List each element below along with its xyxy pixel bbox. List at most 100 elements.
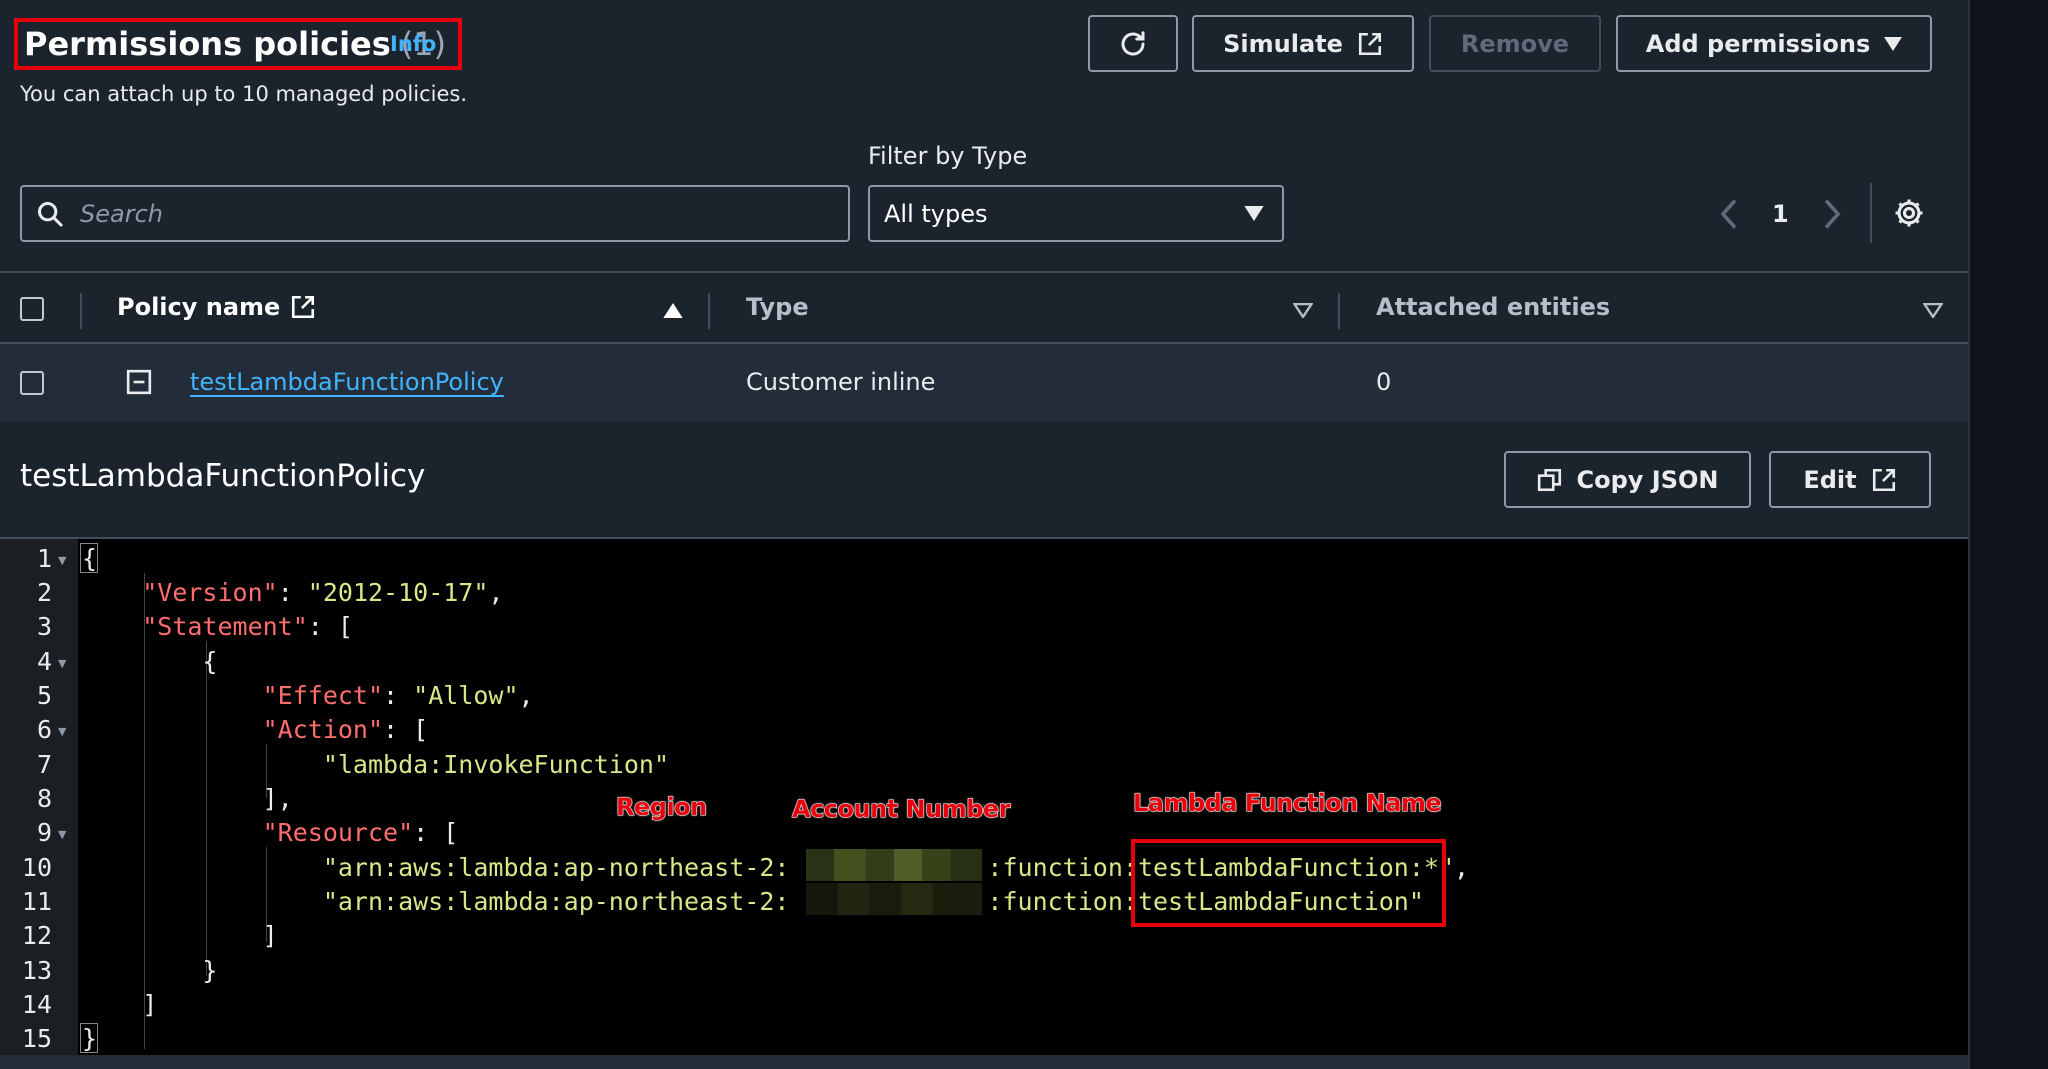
column-policy-name-label: Policy name: [117, 293, 281, 321]
permissions-panel: Permissions policies (1) Info You can at…: [0, 0, 1968, 1069]
pagination: 1: [1720, 190, 1841, 238]
column-separator: [80, 293, 82, 329]
line-number: 8: [36, 784, 52, 813]
type-filter-value: All types: [884, 199, 988, 228]
json-key: "Statement": [142, 612, 308, 641]
arn-prefix: "arn:aws:lambda:ap-northeast-2:: [322, 887, 790, 916]
table-row: testLambdaFunctionPolicy Customer inline…: [0, 344, 1968, 422]
code-line-13: }: [82, 956, 218, 985]
column-separator: [1338, 293, 1340, 329]
sort-icon[interactable]: [1293, 303, 1313, 318]
copy-json-label: Copy JSON: [1576, 465, 1719, 494]
code-line-6: "Action": [: [262, 715, 429, 744]
code-line-3: "Statement": [: [142, 612, 353, 641]
policy-type: Customer inline: [746, 368, 936, 396]
search-icon: [37, 201, 63, 227]
code-line-14: ]: [82, 990, 158, 1019]
line-number: 5: [36, 681, 52, 710]
caret-down-icon: [1244, 206, 1264, 221]
policy-name-link[interactable]: testLambdaFunctionPolicy: [190, 368, 504, 396]
line-number: 11: [21, 887, 52, 916]
json-string: "Allow": [413, 681, 519, 710]
code-line-1: {: [82, 544, 98, 573]
copy-icon: [1537, 468, 1561, 491]
refresh-icon: [1121, 30, 1145, 56]
column-separator: [708, 293, 710, 329]
annotation-account-number: Account Number: [792, 795, 1012, 824]
fold-arrow-icon[interactable]: ▼: [58, 554, 66, 567]
type-filter-select[interactable]: All types: [868, 185, 1284, 242]
annotation-function-name: Lambda Function Name: [1132, 789, 1442, 818]
chevron-left-icon[interactable]: [1720, 199, 1738, 229]
line-number: 7: [36, 750, 52, 779]
line-number: 6: [36, 715, 52, 744]
code-line-5: "Effect": "Allow",: [262, 681, 534, 710]
line-number: 12: [21, 921, 52, 950]
code-line-2: "Version": "2012-10-17",: [142, 578, 504, 607]
line-number-gutter: 1 2 3 4 5 6 7 8 9 10 11 12 13 14 15 ▼ ▼ …: [0, 539, 78, 1057]
chevron-right-icon[interactable]: [1823, 199, 1841, 229]
bottom-edge: [0, 1055, 1968, 1069]
copy-json-button[interactable]: Copy JSON: [1504, 451, 1751, 508]
search-input[interactable]: [78, 198, 822, 229]
arn-mid: :function:: [987, 887, 1138, 916]
simulate-button[interactable]: Simulate: [1192, 15, 1414, 72]
select-all-checkbox[interactable]: [20, 297, 44, 321]
edit-label: Edit: [1803, 465, 1857, 494]
fold-arrow-icon[interactable]: ▼: [58, 828, 66, 841]
fold-arrow-icon[interactable]: ▼: [58, 657, 66, 670]
caret-down-icon: [1884, 36, 1903, 51]
redacted-account-number: [806, 849, 982, 881]
function-name-highlight: [1131, 839, 1446, 927]
redacted-account-number: [806, 883, 982, 915]
sort-ascending-icon[interactable]: [663, 303, 683, 318]
external-link-icon: [292, 295, 315, 319]
json-code-editor[interactable]: 1 2 3 4 5 6 7 8 9 10 11 12 13 14 15 ▼ ▼ …: [0, 537, 1968, 1057]
line-number: 3: [36, 612, 52, 641]
right-edge-panel: [1968, 0, 2048, 1069]
external-link-icon: [1872, 468, 1895, 491]
table-header: Policy name Type Attached entities: [0, 271, 1968, 344]
attached-entities-count: 0: [1376, 368, 1392, 396]
line-number: 4: [36, 647, 52, 676]
line-number: 1: [36, 544, 52, 573]
page-title: Permissions policies: [24, 25, 391, 63]
refresh-button[interactable]: [1088, 15, 1178, 72]
add-permissions-button[interactable]: Add permissions: [1616, 15, 1932, 72]
filter-by-type-label: Filter by Type: [868, 142, 1028, 170]
column-policy-name[interactable]: Policy name: [117, 293, 316, 321]
line-number: 2: [36, 578, 52, 607]
sort-icon[interactable]: [1923, 303, 1943, 318]
row-checkbox[interactable]: [20, 371, 44, 395]
json-key: "Resource": [262, 818, 414, 847]
column-type[interactable]: Type: [746, 293, 809, 321]
remove-label: Remove: [1460, 29, 1570, 58]
json-key: "Effect": [262, 681, 384, 710]
edit-button[interactable]: Edit: [1769, 451, 1931, 508]
external-link-icon: [1358, 32, 1381, 55]
policy-detail-title: testLambdaFunctionPolicy: [20, 458, 426, 494]
code-line-12: ]: [82, 921, 278, 950]
add-permissions-label: Add permissions: [1645, 29, 1871, 58]
simulate-label: Simulate: [1223, 29, 1343, 58]
code-line-8: ],: [82, 784, 293, 813]
remove-button[interactable]: Remove: [1429, 15, 1601, 72]
gear-icon[interactable]: [1892, 196, 1926, 230]
line-number: 13: [21, 956, 52, 985]
collapse-icon[interactable]: [126, 369, 152, 395]
annotation-region: Region: [616, 793, 708, 822]
page-subtitle: You can attach up to 10 managed policies…: [20, 82, 467, 106]
current-page[interactable]: 1: [1772, 200, 1789, 228]
code-line-9: "Resource": [: [262, 818, 459, 847]
pager-divider: [1870, 183, 1872, 243]
arn-prefix: "arn:aws:lambda:ap-northeast-2:: [322, 853, 790, 882]
search-field[interactable]: [20, 185, 850, 242]
arn-mid: :function:: [987, 853, 1138, 882]
info-link[interactable]: Info: [390, 32, 436, 56]
code-line-4: {: [82, 647, 218, 676]
code-line-15: }: [82, 1024, 98, 1053]
json-string: "lambda:InvokeFunction": [322, 750, 670, 779]
column-attached-entities[interactable]: Attached entities: [1376, 293, 1610, 321]
json-key: "Action": [262, 715, 384, 744]
fold-arrow-icon[interactable]: ▼: [58, 725, 66, 738]
